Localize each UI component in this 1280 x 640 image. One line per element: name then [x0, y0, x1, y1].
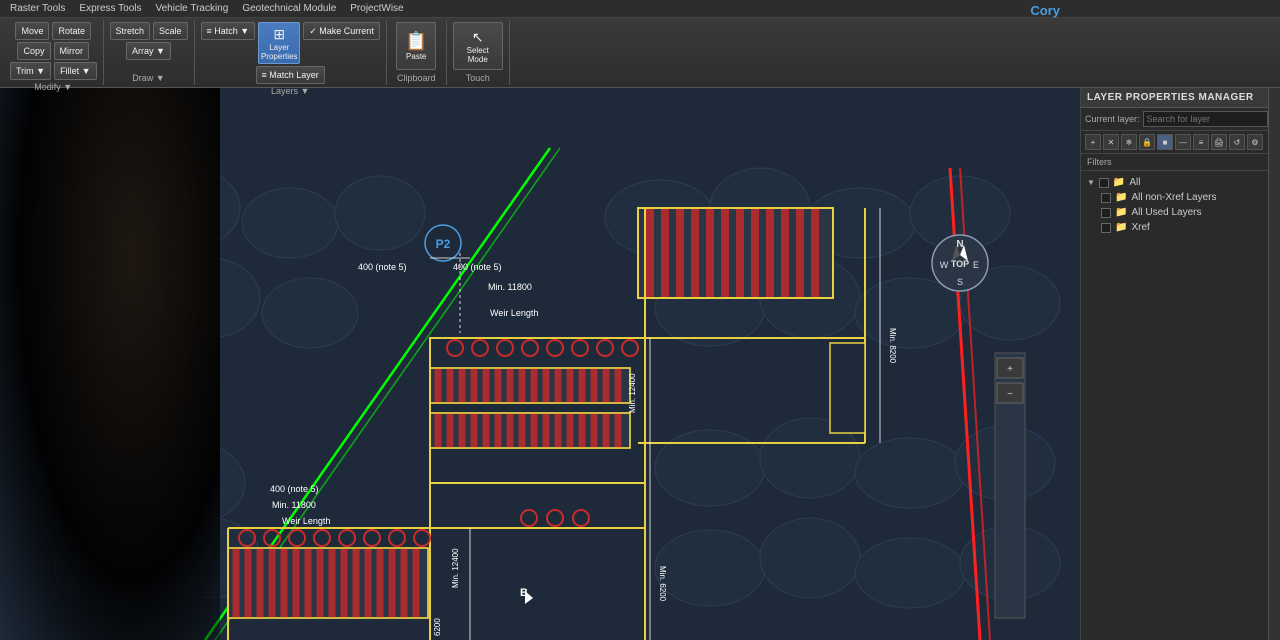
delete-layer-btn[interactable]: ✕: [1103, 134, 1119, 150]
tree-checkbox-all[interactable]: [1099, 178, 1109, 188]
svg-text:400 (note 5): 400 (note 5): [270, 484, 319, 494]
svg-text:400 (note 5): 400 (note 5): [358, 262, 407, 272]
btn-array[interactable]: Array ▼: [126, 42, 171, 60]
tree-folder-icon-used: 📁: [1115, 207, 1127, 218]
svg-text:6200: 6200: [433, 618, 442, 636]
toolbar: Move Rotate Copy Mirror Trim ▼ Fillet ▼ …: [0, 18, 1280, 88]
svg-text:E: E: [973, 260, 979, 270]
filters-label: Filters: [1081, 154, 1280, 171]
tree-checkbox-used[interactable]: [1101, 208, 1111, 218]
layer-search-input[interactable]: [1143, 111, 1268, 127]
btn-layer-properties[interactable]: ⊞ LayerProperties: [258, 22, 300, 64]
current-layer-row: Current layer: 🔍: [1081, 108, 1280, 131]
svg-text:P2: P2: [436, 237, 451, 251]
btn-copy[interactable]: Copy: [17, 42, 50, 60]
tree-item-label-xref: Xref: [1131, 222, 1149, 233]
tree-item-xref[interactable]: 📁 Xref: [1101, 220, 1274, 235]
svg-text:Min. 8200: Min. 8200: [888, 328, 897, 364]
svg-text:Min. 12400: Min. 12400: [451, 548, 460, 588]
menu-bar: Raster Tools Express Tools Vehicle Track…: [0, 0, 1280, 18]
toolbar-group-draw: Move Rotate Copy Mirror Trim ▼ Fillet ▼ …: [4, 20, 104, 85]
btn-rotate[interactable]: Rotate: [52, 22, 91, 40]
btn-trim[interactable]: Trim ▼: [10, 62, 51, 80]
menu-express-tools[interactable]: Express Tools: [73, 2, 147, 15]
tree-item-label-non-xref: All non-Xref Layers: [1131, 192, 1216, 203]
tree-item-label-used: All Used Layers: [1131, 207, 1201, 218]
svg-text:Min. 12400: Min. 12400: [628, 373, 637, 413]
svg-text:Min. 11800: Min. 11800: [488, 282, 532, 292]
panel-title-text: LAYER PROPERTIES MANAGER: [1081, 88, 1280, 108]
cad-canvas[interactable]: P2 400 (note 5) 400 (note 5) Min. 11800 …: [0, 88, 1080, 640]
refresh-btn[interactable]: ↺: [1229, 134, 1245, 150]
group-label-layers: Layers ▼: [271, 84, 309, 96]
tree-item-all[interactable]: ▼ 📁 All: [1087, 175, 1274, 190]
svg-text:W: W: [940, 260, 949, 270]
tree-item-used[interactable]: 📁 All Used Layers: [1101, 205, 1274, 220]
panel-toolbar: + ✕ ❄ 🔒 ■ — ≡ 🖨 ↺ ⚙: [1081, 131, 1280, 154]
color-btn[interactable]: ■: [1157, 134, 1173, 150]
btn-paste[interactable]: 📋 Paste: [396, 22, 436, 70]
svg-text:Min. 11800: Min. 11800: [272, 500, 316, 510]
user-name: Cory: [1030, 3, 1060, 18]
lineweight-btn[interactable]: ≡: [1193, 134, 1209, 150]
lock-btn[interactable]: 🔒: [1139, 134, 1155, 150]
tree-folder-icon: 📁: [1113, 177, 1125, 188]
menu-projectwise[interactable]: ProjectWise: [344, 2, 409, 15]
tree-checkbox-xref[interactable]: [1101, 223, 1111, 233]
btn-scale[interactable]: Scale: [153, 22, 188, 40]
group-label-touch: Touch: [466, 71, 490, 83]
tree-folder-icon-xref: 📁: [1115, 222, 1127, 233]
menu-vehicle-tracking[interactable]: Vehicle Tracking: [149, 2, 234, 15]
tree-checkbox-non-xref[interactable]: [1101, 193, 1111, 203]
btn-mirror[interactable]: Mirror: [54, 42, 90, 60]
svg-text:Weir Length: Weir Length: [490, 308, 538, 318]
layer-tree: ▼ 📁 All 📁 All non-Xref Layers 📁 All Used…: [1081, 171, 1280, 640]
menu-raster-tools[interactable]: Raster Tools: [4, 2, 71, 15]
plot-btn[interactable]: 🖨: [1211, 134, 1227, 150]
svg-text:Min. 6200: Min. 6200: [658, 566, 667, 602]
btn-stretch[interactable]: Stretch: [110, 22, 151, 40]
btn-move[interactable]: Move: [15, 22, 49, 40]
settings-btn[interactable]: ⚙: [1247, 134, 1263, 150]
panel-scrollbar[interactable]: [1268, 88, 1280, 640]
tree-item-non-xref[interactable]: 📁 All non-Xref Layers: [1101, 190, 1274, 205]
toolbar-group-touch: ↖ SelectMode Touch: [447, 20, 510, 85]
tree-arrow: ▼: [1087, 178, 1095, 187]
layer-properties-panel: LAYER PROPERTIES MANAGER Current layer: …: [1080, 88, 1280, 640]
tree-folder-icon-non-xref: 📁: [1115, 192, 1127, 203]
toolbar-group-clipboard: 📋 Paste Clipboard: [387, 20, 447, 85]
current-layer-label: Current layer:: [1085, 114, 1140, 124]
svg-text:TOP: TOP: [951, 259, 969, 269]
freeze-btn[interactable]: ❄: [1121, 134, 1137, 150]
linetype-btn[interactable]: —: [1175, 134, 1191, 150]
menu-geotechnical-module[interactable]: Geotechnical Module: [236, 2, 342, 15]
toolbar-group-layers: ≡ Hatch ▼ ⊞ LayerProperties ✓ Make Curre…: [195, 20, 387, 85]
group-label-draw: Draw ▼: [132, 71, 164, 83]
tree-item-label-all: All: [1129, 177, 1140, 188]
toolbar-group-draw2: Stretch Scale Array ▼ Draw ▼: [104, 20, 195, 85]
svg-text:+: +: [1007, 364, 1013, 375]
btn-make-current[interactable]: ✓ Make Current: [303, 22, 380, 40]
svg-text:Weir Length: Weir Length: [282, 516, 330, 526]
btn-hatch[interactable]: ≡ Hatch ▼: [201, 22, 256, 40]
svg-text:S: S: [957, 277, 963, 287]
svg-text:N: N: [956, 239, 963, 250]
group-label-clipboard: Clipboard: [397, 71, 436, 83]
new-layer-btn[interactable]: +: [1085, 134, 1101, 150]
btn-match-layer[interactable]: ≡ Match Layer: [256, 66, 325, 84]
btn-fillet[interactable]: Fillet ▼: [54, 62, 96, 80]
svg-text:−: −: [1007, 389, 1013, 400]
group-label-modify: Modify ▼: [34, 80, 72, 92]
main-area: P2 400 (note 5) 400 (note 5) Min. 11800 …: [0, 88, 1280, 640]
btn-select-mode[interactable]: ↖ SelectMode: [453, 22, 503, 70]
